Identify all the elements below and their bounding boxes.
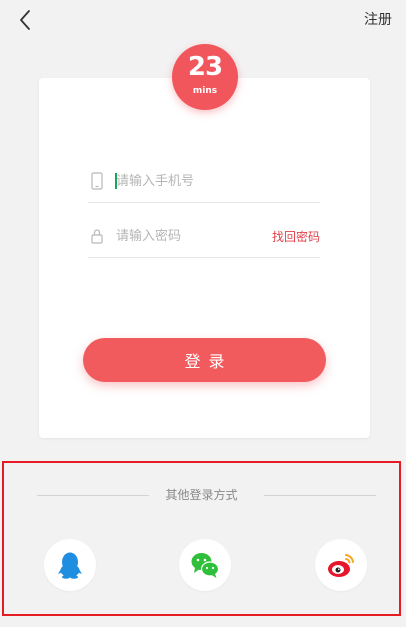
text-cursor xyxy=(115,173,117,189)
login-button[interactable]: 登录 xyxy=(83,338,326,382)
wechat-icon xyxy=(191,553,220,578)
wechat-login-button[interactable] xyxy=(179,539,231,591)
qq-icon xyxy=(58,552,82,579)
register-link[interactable]: 注册 xyxy=(364,9,392,29)
other-login-section: 其他登录方式 xyxy=(2,461,401,616)
qq-login-button[interactable] xyxy=(44,539,96,591)
login-card xyxy=(39,78,370,438)
lock-icon xyxy=(91,229,103,244)
login-screen: 注册 23 mins 找回密码 登录 其他登录方式 xyxy=(0,0,406,627)
phone-input[interactable] xyxy=(116,170,266,192)
phone-icon xyxy=(91,172,103,190)
logo-main-text: 23 xyxy=(187,52,223,82)
password-input[interactable] xyxy=(116,225,266,247)
divider-right xyxy=(264,495,376,496)
forgot-password-link[interactable]: 找回密码 xyxy=(272,228,320,245)
weibo-icon xyxy=(328,554,354,577)
weibo-login-button[interactable] xyxy=(315,539,367,591)
logo-sub-text: mins xyxy=(192,86,218,96)
app-logo: 23 mins xyxy=(172,44,238,110)
back-button[interactable] xyxy=(12,6,40,34)
password-field: 找回密码 xyxy=(88,217,320,258)
chevron-left-icon xyxy=(20,10,30,30)
phone-field xyxy=(88,162,320,203)
